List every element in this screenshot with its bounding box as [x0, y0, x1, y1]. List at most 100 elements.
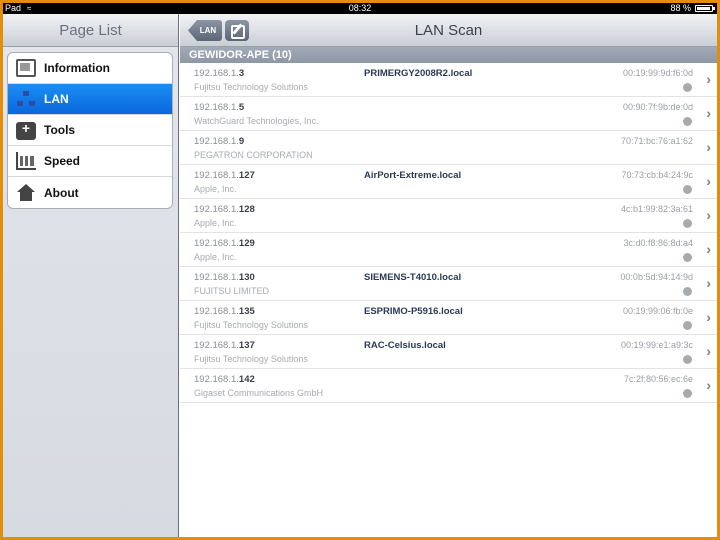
battery-percent: 88 % [670, 3, 691, 13]
device-row[interactable]: 192.168.1.142 Gigaset Communications GmbH… [180, 369, 717, 403]
device-row[interactable]: 192.168.1.129 Apple, Inc. 3c:d0:f8:86:8d:a… [180, 233, 717, 267]
device-row[interactable]: 192.168.1.128 Apple, Inc. 4c:b1:99:82:3a:6… [180, 199, 717, 233]
app-frame: Pad ≈ 08:32 88 % Page List Information LA… [3, 3, 717, 537]
device-mac: 4c:b1:99:82:3a:61 [620, 204, 693, 214]
page-list-title: Page List [3, 14, 178, 47]
device-row[interactable]: 192.168.1.5 WatchGuard Technologies, Inc.… [180, 97, 717, 131]
ip-suffix: 137 [238, 340, 255, 351]
chevron-right-icon: › [706, 275, 711, 291]
chevron-right-icon: › [706, 343, 711, 359]
ip-suffix: 3 [238, 68, 245, 79]
device-ip: 192.168.1.135 [194, 306, 255, 317]
device-row[interactable]: 192.168.1.130 FUJITSU LIMITED SIEMENS-T401… [180, 267, 717, 301]
ip-prefix: 192.168.1. [194, 136, 239, 147]
device-mac: 00:0b:5d:94:14:9d [620, 272, 693, 282]
status-dot-icon [683, 321, 692, 330]
menu-item-information[interactable]: Information [8, 53, 172, 84]
ip-suffix: 128 [238, 204, 255, 215]
menu-item-lan[interactable]: LAN [8, 84, 172, 115]
ip-prefix: 192.168.1. [194, 340, 239, 351]
lan-scan-pane: LAN Scan LAN GEWIDOR-APE (10) 192.168.1.… [180, 14, 717, 537]
device-vendor: WatchGuard Technologies, Inc. [194, 116, 319, 126]
ip-suffix: 135 [238, 306, 255, 317]
ip-suffix: 5 [238, 102, 245, 113]
chevron-right-icon: › [706, 71, 711, 87]
device-vendor: Apple, Inc. [194, 184, 237, 194]
ip-suffix: 129 [238, 238, 255, 249]
speed-icon [16, 152, 36, 170]
device-mac: 7c:2f:80:56:ec:6e [623, 374, 693, 384]
device-mac: 70:71:bc:76:a1:62 [620, 136, 693, 146]
chevron-right-icon: › [706, 241, 711, 257]
device-ip: 192.168.1.9 [194, 136, 244, 147]
status-dot-icon [683, 185, 692, 194]
status-time: 08:32 [348, 3, 372, 13]
chevron-right-icon: › [706, 139, 711, 155]
device-row[interactable]: 192.168.1.9 PEGATRON CORPORATION 70:71:bc:… [180, 131, 717, 165]
device-mac: 3c:d0:f8:86:8d:a4 [623, 238, 693, 248]
ip-prefix: 192.168.1. [194, 170, 239, 181]
ip-prefix: 192.168.1. [194, 238, 239, 249]
device-row[interactable]: 192.168.1.137 Fujitsu Technology Solution… [180, 335, 717, 369]
network-section-header: GEWIDOR-APE (10) [180, 47, 717, 63]
status-dot-icon [683, 355, 692, 364]
device-vendor: Apple, Inc. [194, 218, 237, 228]
lan-icon [16, 90, 36, 108]
ip-prefix: 192.168.1. [194, 272, 239, 283]
ip-suffix: 142 [238, 374, 255, 385]
ip-prefix: 192.168.1. [194, 306, 239, 317]
menu-item-about[interactable]: About [8, 177, 172, 208]
page-list-menu: Information LAN Tools Speed About [7, 52, 173, 209]
chevron-right-icon: › [706, 207, 711, 223]
chevron-right-icon: › [706, 173, 711, 189]
device-ip: 192.168.1.127 [194, 170, 255, 181]
device-vendor: Fujitsu Technology Solutions [194, 82, 308, 92]
menu-item-label: About [44, 185, 79, 200]
device-mac: 00:19:99:9d:f6:0d [622, 68, 693, 78]
menu-item-label: Speed [44, 154, 81, 168]
device-vendor: Fujitsu Technology Solutions [194, 320, 308, 330]
device-row[interactable]: 192.168.1.127 Apple, Inc. AirPort-Extreme.… [180, 165, 717, 199]
menu-item-tools[interactable]: Tools [8, 115, 172, 146]
device-ip: 192.168.1.5 [194, 102, 244, 113]
device-ip: 192.168.1.142 [194, 374, 255, 385]
menu-item-label: Tools [44, 123, 76, 137]
device-ip: 192.168.1.137 [194, 340, 255, 351]
device-hostname: PRIMERGY2008R2.local [364, 68, 473, 79]
device-mac: 70:73:cb:b4:24:9c [621, 170, 693, 180]
edit-icon[interactable] [225, 20, 249, 41]
device-row[interactable]: 192.168.1.135 Fujitsu Technology Solution… [180, 301, 717, 335]
chevron-right-icon: › [706, 309, 711, 325]
status-dot-icon [683, 389, 692, 398]
home-icon [16, 183, 36, 202]
page-title: LAN Scan [414, 22, 483, 39]
device-hostname: RAC-Celsius.local [364, 340, 446, 351]
device-hostname: SIEMENS-T4010.local [364, 272, 462, 283]
device-mac: 00:19:99:e1:a9:3c [620, 340, 693, 350]
menu-item-label: Information [44, 61, 110, 75]
ip-suffix: 9 [238, 136, 245, 147]
status-dot-icon [683, 253, 692, 262]
status-dot-icon [683, 117, 692, 126]
device-vendor: PEGATRON CORPORATION [194, 150, 313, 160]
device-ip: 192.168.1.3 [194, 68, 244, 79]
ip-suffix: 127 [238, 170, 255, 181]
ip-prefix: 192.168.1. [194, 204, 239, 215]
device-mac: 00:90:7f:9b:de:0d [622, 102, 693, 112]
device-vendor: Fujitsu Technology Solutions [194, 354, 308, 364]
lan-scan-header: LAN Scan LAN [180, 14, 717, 47]
menu-item-speed[interactable]: Speed [8, 146, 172, 177]
device-ip: 192.168.1.128 [194, 204, 255, 215]
device-mac: 00:19:99:06:fb:0e [622, 306, 693, 316]
ip-suffix: 130 [238, 272, 255, 283]
device-ip: 192.168.1.130 [194, 272, 255, 283]
status-dot-icon [683, 219, 692, 228]
chevron-right-icon: › [706, 377, 711, 393]
ip-prefix: 192.168.1. [194, 102, 239, 113]
status-dot-icon [683, 83, 692, 92]
device-hostname: ESPRIMO-P5916.local [364, 306, 463, 317]
ip-prefix: 192.168.1. [194, 374, 239, 385]
device-hostname: AirPort-Extreme.local [364, 170, 462, 181]
device-vendor: Apple, Inc. [194, 252, 237, 262]
device-row[interactable]: 192.168.1.3 Fujitsu Technology Solutions P… [180, 63, 717, 97]
